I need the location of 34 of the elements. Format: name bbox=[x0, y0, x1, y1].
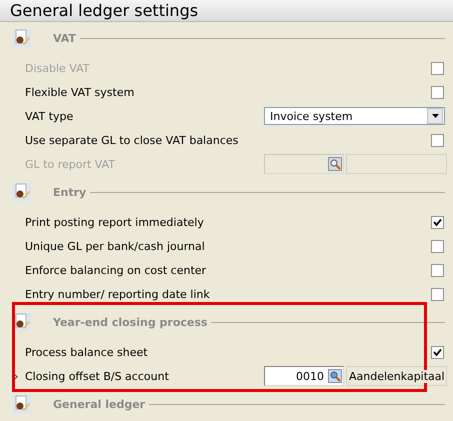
checkbox[interactable] bbox=[431, 86, 444, 98]
setting-label: Flexible VAT system bbox=[25, 86, 136, 98]
lookup-icon[interactable] bbox=[328, 369, 342, 383]
setting-label: Enforce balancing on cost center bbox=[25, 264, 208, 276]
section-heading: General ledger bbox=[53, 398, 146, 410]
setting-label: VAT type bbox=[25, 110, 74, 122]
checkbox[interactable] bbox=[431, 288, 444, 300]
setting-label: Unique GL per bank/cash journal bbox=[25, 240, 206, 252]
notepad-icon bbox=[12, 182, 32, 202]
page-title: General ledger settings bbox=[0, 0, 453, 22]
section-heading: Year-end closing process bbox=[53, 316, 208, 328]
checkbox[interactable] bbox=[431, 346, 444, 358]
checkbox[interactable] bbox=[431, 134, 444, 146]
account-field[interactable] bbox=[264, 154, 344, 174]
current-row-marker: › bbox=[14, 370, 18, 382]
section-heading: Entry bbox=[53, 186, 86, 198]
checkbox[interactable] bbox=[431, 216, 444, 228]
lookup-icon[interactable] bbox=[328, 157, 342, 171]
notepad-icon bbox=[12, 28, 32, 48]
notepad-icon bbox=[12, 394, 32, 414]
setting-label: Process balance sheet bbox=[25, 346, 149, 358]
setting-label: Entry number/ reporting date link bbox=[25, 288, 211, 300]
setting-label: Use separate GL to close VAT balances bbox=[25, 134, 240, 146]
setting-label: Disable VAT bbox=[25, 62, 91, 74]
setting-label: GL to report VAT bbox=[25, 158, 116, 170]
section-heading: VAT bbox=[53, 32, 76, 44]
account-field[interactable]: 0010 bbox=[264, 366, 344, 386]
setting-label: Print posting report immediately bbox=[25, 216, 205, 228]
dropdown[interactable]: Invoice system bbox=[264, 107, 445, 125]
checkbox[interactable] bbox=[431, 264, 444, 276]
checkbox[interactable] bbox=[431, 240, 444, 252]
description-field: Aandelenkapitaal bbox=[346, 366, 447, 386]
setting-label: Closing offset B/S account bbox=[25, 370, 170, 382]
caret-icon bbox=[432, 114, 438, 118]
